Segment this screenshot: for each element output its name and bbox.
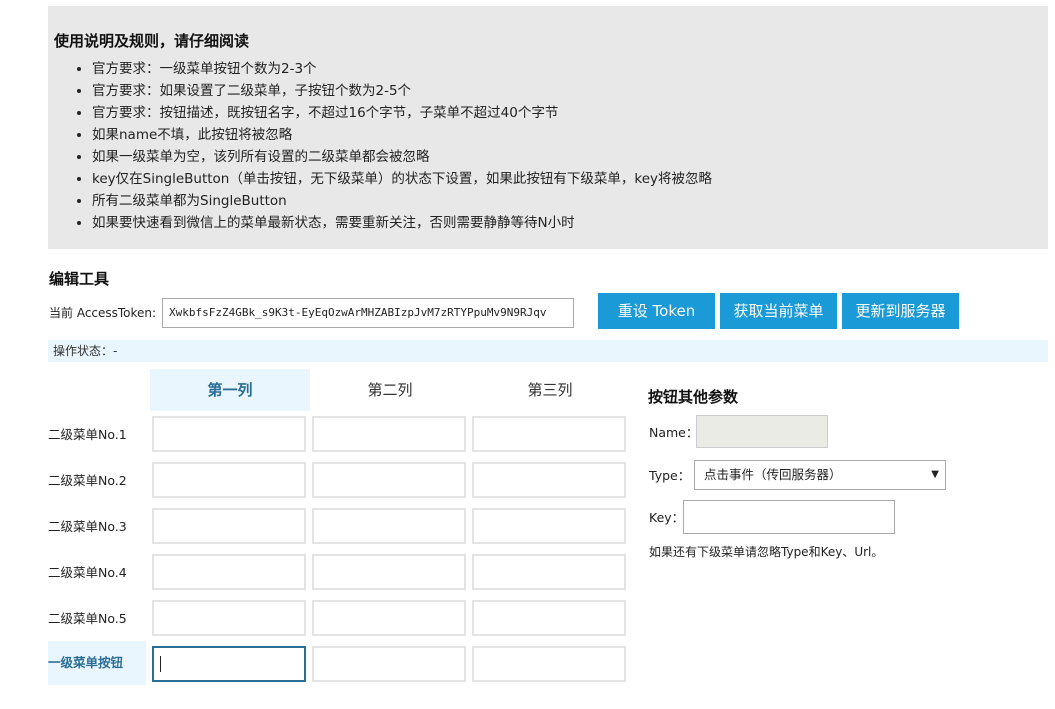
name-input[interactable]: [696, 415, 828, 448]
operation-status: 操作状态：-: [48, 340, 1048, 362]
type-selected-value: 点击事件（传回服务器）: [704, 467, 842, 482]
rules-item: 如果name不填，此按钮将被忽略: [92, 124, 712, 146]
access-token-value: XwkbfsFzZ4GBk_s9K3t-EyEqOzwArMHZABIzpJvM…: [169, 306, 547, 319]
key-input[interactable]: [683, 500, 895, 534]
menu-cell-r2-c2[interactable]: [312, 462, 466, 498]
menu-cell-r5-c1[interactable]: [152, 600, 306, 636]
key-label: Key：: [649, 510, 685, 525]
row-label-sub-2: 二级菜单No.2: [48, 473, 127, 488]
rules-item: 如果要快速看到微信上的菜单最新状态，需要重新关注，否则需要静静等待N小时: [92, 212, 712, 234]
menu-cell-r3-c2[interactable]: [312, 508, 466, 544]
name-label: Name：: [649, 425, 699, 440]
menu-cell-r1-c2[interactable]: [312, 416, 466, 452]
row-label-sub-5: 二级菜单No.5: [48, 611, 127, 626]
menu-cell-r5-c3[interactable]: [472, 600, 626, 636]
rules-item: 所有二级菜单都为SingleButton: [92, 190, 712, 212]
menu-cell-r3-c3[interactable]: [472, 508, 626, 544]
main-menu-cell-c3[interactable]: [472, 646, 626, 682]
tab-column-3[interactable]: 第三列: [470, 369, 630, 411]
menu-cell-r1-c1[interactable]: [152, 416, 306, 452]
row-label-sub-4: 二级菜单No.4: [48, 565, 127, 580]
menu-cell-r4-c2[interactable]: [312, 554, 466, 590]
main-menu-cell-c2[interactable]: [312, 646, 466, 682]
menu-cell-r2-c3[interactable]: [472, 462, 626, 498]
dropdown-arrow-icon: ▼: [931, 469, 939, 480]
reset-token-button[interactable]: 重设 Token: [598, 293, 715, 329]
rules-item: 官方要求：按钮描述，既按钮名字，不超过16个字节，子菜单不超过40个字节: [92, 102, 712, 124]
rules-item: key仅在SingleButton（单击按钮，无下级菜单）的状态下设置，如果此按…: [92, 168, 712, 190]
text-caret: [160, 656, 161, 672]
tab-column-1[interactable]: 第一列: [150, 369, 310, 411]
editor-title: 编辑工具: [49, 270, 110, 288]
update-server-button[interactable]: 更新到服务器: [842, 293, 959, 329]
params-hint: 如果还有下级菜单请忽略Type和Key、Url。: [649, 545, 884, 559]
rules-list: 官方要求：一级菜单按钮个数为2-3个 官方要求：如果设置了二级菜单，子按钮个数为…: [92, 58, 712, 234]
row-label-main-button: 一级菜单按钮: [48, 641, 146, 685]
access-token-label: 当前 AccessToken:: [49, 306, 157, 320]
rules-item: 官方要求：一级菜单按钮个数为2-3个: [92, 58, 712, 80]
menu-cell-r1-c3[interactable]: [472, 416, 626, 452]
menu-cell-r5-c2[interactable]: [312, 600, 466, 636]
row-label-sub-1: 二级菜单No.1: [48, 427, 127, 442]
get-current-menu-button[interactable]: 获取当前菜单: [720, 293, 837, 329]
type-select[interactable]: 点击事件（传回服务器） ▼: [694, 460, 946, 490]
rules-title: 使用说明及规则，请仔细阅读: [54, 32, 250, 50]
menu-cell-r2-c1[interactable]: [152, 462, 306, 498]
access-token-input[interactable]: XwkbfsFzZ4GBk_s9K3t-EyEqOzwArMHZABIzpJvM…: [162, 298, 574, 328]
rules-panel: 使用说明及规则，请仔细阅读 官方要求：一级菜单按钮个数为2-3个 官方要求：如果…: [48, 6, 1048, 249]
rules-item: 如果一级菜单为空，该列所有设置的二级菜单都会被忽略: [92, 146, 712, 168]
rules-item: 官方要求：如果设置了二级菜单，子按钮个数为2-5个: [92, 80, 712, 102]
menu-cell-r4-c3[interactable]: [472, 554, 626, 590]
menu-cell-r4-c1[interactable]: [152, 554, 306, 590]
main-menu-cell-c1[interactable]: [152, 646, 306, 682]
type-label: Type：: [649, 468, 691, 483]
row-label-sub-3: 二级菜单No.3: [48, 519, 127, 534]
menu-cell-r3-c1[interactable]: [152, 508, 306, 544]
params-title: 按钮其他参数: [648, 388, 739, 406]
tab-column-2[interactable]: 第二列: [310, 369, 470, 411]
